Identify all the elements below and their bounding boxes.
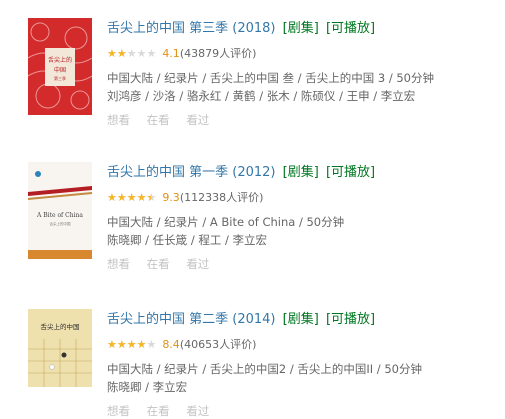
watched-button[interactable]: 看过 [186, 257, 209, 271]
svg-text:A Bite of China: A Bite of China [36, 212, 83, 219]
rating-score: 4.1 [162, 47, 180, 60]
meta-line: 中国大陆 / 纪录片 / 舌尖上的中国 叁 / 舌尖上的中国 3 / 50分钟 [107, 71, 435, 85]
actions: 想看 在看 看过 [107, 112, 497, 128]
title-text[interactable]: 舌尖上的中国 第三季 [107, 21, 228, 36]
svg-text:中国: 中国 [54, 66, 66, 74]
rating: ★★★★★★★★★★ 9.3(112338人评价) [107, 190, 497, 206]
watching-button[interactable]: 在看 [147, 404, 170, 418]
want-to-watch-button[interactable]: 想看 [107, 257, 130, 271]
tag-playable[interactable]: [可播放] [326, 165, 375, 180]
svg-text:舌尖上的中国: 舌尖上的中国 [41, 322, 80, 331]
actions: 想看 在看 看过 [107, 256, 497, 272]
watched-button[interactable]: 看过 [186, 404, 209, 418]
result-title-link[interactable]: 舌尖上的中国 第二季 (2014) [107, 312, 276, 327]
title-text[interactable]: 舌尖上的中国 第一季 [107, 165, 228, 180]
star-rating-icon: ★★★★★★★★★★ [107, 191, 157, 204]
meta-info: 中国大陆 / 纪录片 / 舌尖上的中国 叁 / 舌尖上的中国 3 / 50分钟 … [107, 69, 497, 105]
svg-text:舌尖上的: 舌尖上的 [48, 56, 72, 64]
meta-line: 中国大陆 / 纪录片 / A Bite of China / 50分钟 [107, 215, 345, 229]
meta-line: 中国大陆 / 纪录片 / 舌尖上的中国2 / 舌尖上的中国II / 50分钟 [107, 362, 422, 376]
meta-info: 中国大陆 / 纪录片 / A Bite of China / 50分钟 陈晓卿 … [107, 213, 497, 249]
tag-series[interactable]: [剧集] [283, 312, 319, 327]
want-to-watch-button[interactable]: 想看 [107, 113, 130, 127]
rating-score: 8.4 [162, 338, 180, 351]
crew-line: 刘鸿彦 / 沙洛 / 骆永红 / 黄鹤 / 张木 / 陈硕仪 / 王申 / 李立… [107, 89, 416, 103]
rating: ★★★★★★★★★★ 8.4(40653人评价) [107, 337, 497, 353]
rating-score: 9.3 [162, 191, 180, 204]
tag-series[interactable]: [剧集] [283, 21, 319, 36]
rating: ★★★★★★★★★★ 4.1(43879人评价) [107, 46, 497, 62]
crew-line: 陈晓卿 / 任长箴 / 程工 / 李立宏 [107, 233, 268, 247]
star-rating-icon: ★★★★★★★★★★ [107, 47, 157, 60]
title-text[interactable]: 舌尖上的中国 第二季 [107, 312, 228, 327]
year-text[interactable]: (2014) [232, 312, 275, 327]
svg-text:第三季: 第三季 [54, 75, 66, 81]
want-to-watch-button[interactable]: 想看 [107, 404, 130, 418]
poster-image[interactable]: 舌尖上的 中国 第三季 [28, 18, 92, 115]
rating-count: (112338人评价) [179, 191, 264, 204]
watched-button[interactable]: 看过 [186, 113, 209, 127]
result-title-link[interactable]: 舌尖上的中国 第三季 (2018) [107, 21, 276, 36]
year-text[interactable]: (2012) [232, 165, 275, 180]
rating-count: (40653人评价) [179, 338, 257, 351]
watching-button[interactable]: 在看 [147, 257, 170, 271]
tag-series[interactable]: [剧集] [283, 165, 319, 180]
tag-playable[interactable]: [可播放] [326, 312, 375, 327]
tag-playable[interactable]: [可播放] [326, 21, 375, 36]
year-text[interactable]: (2018) [232, 21, 275, 36]
meta-info: 中国大陆 / 纪录片 / 舌尖上的中国2 / 舌尖上的中国II / 50分钟 陈… [107, 360, 497, 396]
poster-image[interactable]: A Bite of China 舌尖上的中国 [28, 162, 92, 259]
result-title-link[interactable]: 舌尖上的中国 第一季 (2012) [107, 165, 276, 180]
star-rating-icon: ★★★★★★★★★★ [107, 338, 157, 351]
watching-button[interactable]: 在看 [147, 113, 170, 127]
rating-count: (43879人评价) [179, 47, 257, 60]
svg-text:舌尖上的中国: 舌尖上的中国 [50, 221, 71, 226]
poster-image[interactable]: 舌尖上的中国 [28, 309, 92, 387]
crew-line: 陈晓卿 / 李立宏 [107, 380, 188, 394]
